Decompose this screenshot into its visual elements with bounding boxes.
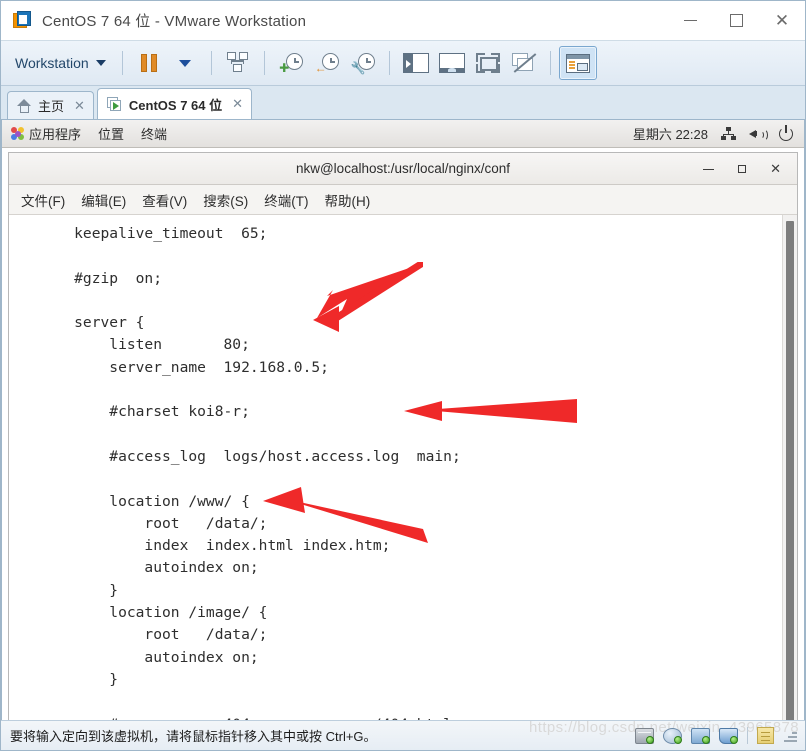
terminal-scrollbar[interactable] <box>782 215 797 720</box>
workstation-menu-label: Workstation <box>15 55 89 71</box>
menu-terminal[interactable]: 终端 <box>141 124 167 143</box>
volume-icon[interactable] <box>749 127 768 141</box>
terminal-menu-search[interactable]: 搜索(S) <box>203 190 248 210</box>
window-titlebar: CentOS 7 64 位 - VMware Workstation ✕ <box>1 1 805 41</box>
unity-mode-button[interactable] <box>434 47 470 79</box>
fullscreen-corners-icon <box>475 53 500 73</box>
maximize-button[interactable] <box>713 1 759 40</box>
home-icon <box>17 98 32 113</box>
network-adapter-icon[interactable] <box>663 727 682 744</box>
vmware-workstation-window: CentOS 7 64 位 - VMware Workstation ✕ Wor… <box>0 0 806 751</box>
tab-centos-vm-close-icon[interactable]: ✕ <box>232 96 243 112</box>
sound-card-icon[interactable] <box>719 727 738 744</box>
sidebar-panel-icon <box>402 53 429 73</box>
tab-home-label: 主页 <box>38 99 65 114</box>
statusbar-divider <box>747 727 748 744</box>
tab-centos-vm-label: CentOS 7 64 位 <box>128 97 223 113</box>
terminal-menu-help[interactable]: 帮助(H) <box>325 190 371 210</box>
revert-snapshot-button[interactable]: ← <box>309 47 345 79</box>
main-toolbar: Workstation ✚ ← 🔧 <box>1 41 805 86</box>
multiple-monitors-button[interactable] <box>506 47 542 79</box>
terminal-scrollbar-thumb[interactable] <box>786 221 794 720</box>
clock-plus-icon: ✚ <box>279 52 303 74</box>
network-icon[interactable] <box>721 127 736 140</box>
note-icon[interactable] <box>757 727 774 744</box>
take-snapshot-button[interactable]: ✚ <box>273 47 309 79</box>
caret-down-icon <box>178 59 191 67</box>
vm-powered-on-icon <box>106 96 123 112</box>
terminal-body[interactable]: keepalive_timeout 65; #gzip on; server {… <box>9 215 797 720</box>
guest-screen[interactable]: 应用程序 位置 终端 星期六 22:28 nkw@localhost:/usr/… <box>1 120 805 720</box>
vm-tab-strip: 主页 ✕ CentOS 7 64 位 ✕ <box>1 86 805 120</box>
monitor-icon <box>438 53 465 73</box>
window-title: CentOS 7 64 位 - VMware Workstation <box>42 13 307 30</box>
menu-places[interactable]: 位置 <box>98 124 124 143</box>
vmware-statusbar: 要将输入定向到该虚拟机，请将鼠标指针移入其中或按 Ctrl+G。 https:/… <box>1 719 805 750</box>
status-device-icons <box>635 727 801 744</box>
terminal-menu-file[interactable]: 文件(F) <box>21 190 65 210</box>
menu-terminal-label: 终端 <box>141 127 168 142</box>
centos-logo-icon <box>11 127 24 140</box>
panel-clock[interactable]: 星期六 22:28 <box>633 124 708 143</box>
resize-grip-icon[interactable] <box>783 729 797 743</box>
toolbar-divider <box>263 51 265 75</box>
gnome-top-panel: 应用程序 位置 终端 星期六 22:28 <box>2 120 804 148</box>
fullscreen-button[interactable] <box>470 47 506 79</box>
menu-places-label: 位置 <box>98 127 125 142</box>
close-button[interactable]: ✕ <box>759 1 805 40</box>
manage-snapshot-button[interactable] <box>220 47 256 79</box>
terminal-menu-view[interactable]: 查看(V) <box>142 190 187 210</box>
terminal-window-area: nkw@localhost:/usr/local/nginx/conf ✕ 文件… <box>2 148 804 720</box>
toolbar-divider <box>388 51 390 75</box>
terminal-menubar: 文件(F) 编辑(E) 查看(V) 搜索(S) 终端(T) 帮助(H) <box>9 185 797 215</box>
terminal-menu-edit[interactable]: 编辑(E) <box>81 190 126 210</box>
window-controls: ✕ <box>667 1 805 40</box>
terminal-menu-terminal[interactable]: 终端(T) <box>264 190 308 210</box>
toolbar-divider <box>549 51 551 75</box>
tab-centos-vm[interactable]: CentOS 7 64 位 ✕ <box>96 88 253 119</box>
suspend-button[interactable] <box>131 47 167 79</box>
power-dropdown[interactable] <box>167 47 203 79</box>
show-sidebar-button[interactable] <box>398 47 434 79</box>
pause-icon <box>140 54 157 72</box>
terminal-close-button[interactable]: ✕ <box>770 162 781 175</box>
minimize-button[interactable] <box>667 1 713 40</box>
status-message: 要将输入定向到该虚拟机，请将鼠标指针移入其中或按 Ctrl+G。 <box>10 729 377 744</box>
library-button[interactable] <box>558 46 597 80</box>
workstation-menu-button[interactable]: Workstation <box>7 51 114 75</box>
toolbar-divider <box>121 51 123 75</box>
menu-applications[interactable]: 应用程序 <box>11 124 81 143</box>
multi-monitor-disabled-icon <box>511 53 537 73</box>
hard-disk-icon[interactable] <box>635 727 654 744</box>
terminal-text: keepalive_timeout 65; #gzip on; server {… <box>74 225 461 720</box>
terminal-title: nkw@localhost:/usr/local/nginx/conf <box>295 161 511 176</box>
terminal-maximize-button[interactable] <box>738 164 747 173</box>
clock-wrench-icon: 🔧 <box>351 52 375 74</box>
library-panel-icon <box>565 53 590 73</box>
vmware-logo-icon <box>13 10 33 31</box>
usb-device-icon[interactable] <box>691 727 710 744</box>
power-icon[interactable] <box>779 124 793 141</box>
snapshot-manager-button[interactable]: 🔧 <box>345 47 381 79</box>
tab-home[interactable]: 主页 ✕ <box>7 91 94 119</box>
terminal-titlebar: nkw@localhost:/usr/local/nginx/conf ✕ <box>9 153 797 185</box>
toolbar-divider <box>210 51 212 75</box>
snapshot-manager-icon <box>226 52 250 74</box>
tab-home-close-icon[interactable]: ✕ <box>74 98 85 114</box>
clock-back-icon: ← <box>315 52 339 74</box>
menu-applications-label: 应用程序 <box>29 127 82 142</box>
terminal-window: nkw@localhost:/usr/local/nginx/conf ✕ 文件… <box>8 152 798 720</box>
chevron-down-icon <box>95 60 106 66</box>
